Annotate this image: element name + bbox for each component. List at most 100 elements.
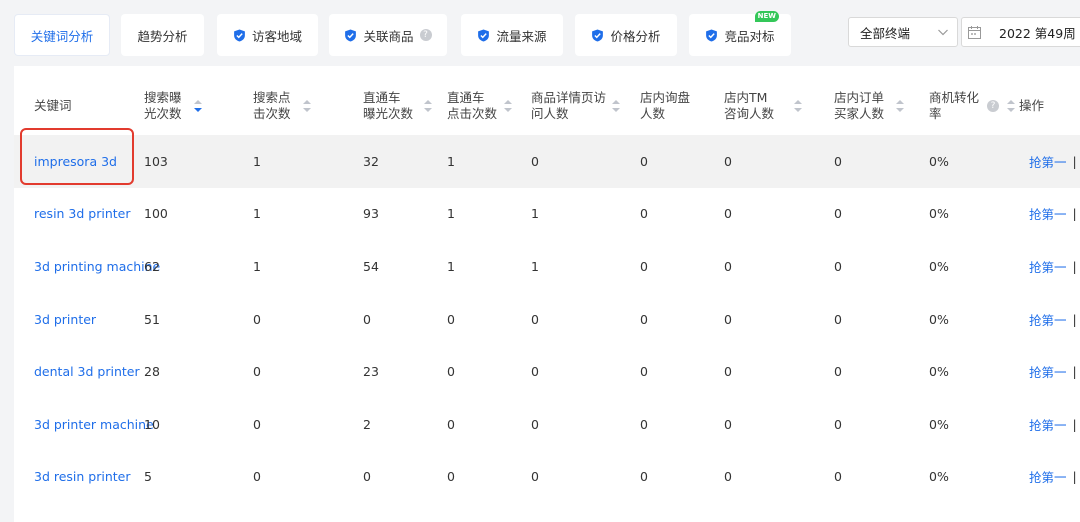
column-header-p4p-impressions[interactable]: 直通车 曝光次数 xyxy=(363,88,433,124)
cell-search-clicks: 0 xyxy=(253,416,261,432)
tab-keyword-analysis[interactable]: 关键词分析 xyxy=(14,14,110,56)
cell-search-clicks: 1 xyxy=(253,153,261,169)
cell-conversion-rate: 0% xyxy=(929,153,949,169)
cell-p4p-impressions: 93 xyxy=(363,206,379,222)
column-header-detail-visitors[interactable]: 商品详情页访 问人数 xyxy=(531,88,621,124)
tab-price-analysis[interactable]: 价格分析 xyxy=(575,14,677,56)
cell-conversion-rate: 0% xyxy=(929,416,949,432)
cell-tm-consult-users: 0 xyxy=(724,469,732,485)
column-header-order-buyers[interactable]: 店内订单 买家人数 xyxy=(834,88,905,124)
sort-desc-icon[interactable] xyxy=(193,100,202,112)
cell-inquiry-users: 0 xyxy=(640,153,648,169)
table-row: dental 3d printer 28 0 23 0 0 0 0 0 0% 抢第一 | xyxy=(14,345,1080,398)
tab-label: 流量来源 xyxy=(496,28,547,44)
cell-p4p-clicks: 0 xyxy=(447,364,455,380)
action-separator: | xyxy=(1072,311,1077,327)
column-header-inquiry-users[interactable]: 店内询盘 人数 xyxy=(640,88,690,124)
sort-icon[interactable] xyxy=(612,100,621,112)
cell-detail-visitors: 1 xyxy=(531,258,539,274)
column-header-conversion-rate[interactable]: 商机转化 率 ? 操作 xyxy=(929,88,1044,124)
date-picker-value: 2022 第49周 (PST xyxy=(999,25,1080,41)
action-separator: | xyxy=(1072,364,1077,380)
table-row: 3d resin printer 5 0 0 0 0 0 0 0 0% 抢第一 | xyxy=(14,451,1080,504)
column-header-p4p-clicks[interactable]: 直通车 点击次数 xyxy=(447,88,513,124)
tab-visitor-region[interactable]: 访客地域 xyxy=(217,14,318,56)
cell-order-buyers: 0 xyxy=(834,469,842,485)
help-icon[interactable]: ? xyxy=(419,29,432,41)
week-date-picker[interactable]: 2022 第49周 (PST xyxy=(961,17,1080,47)
cell-p4p-clicks: 1 xyxy=(447,153,455,169)
cell-detail-visitors: 1 xyxy=(531,206,539,222)
cell-search-clicks: 1 xyxy=(253,206,261,222)
cell-keyword[interactable]: impresora 3d xyxy=(34,135,117,188)
sort-icon[interactable] xyxy=(302,100,311,112)
tab-bar: 关键词分析 趋势分析 访客地域 关联商品 ? 流量来源 价格分析 竞品对标 NE… xyxy=(0,0,1080,66)
tab-competitor-benchmark[interactable]: 竞品对标 NEW xyxy=(689,11,791,56)
cell-inquiry-users: 0 xyxy=(640,416,648,432)
action-separator: | xyxy=(1072,206,1077,222)
cell-inquiry-users: 0 xyxy=(640,258,648,274)
column-header-tm-consult-users[interactable]: 店内TM 咨询人数 xyxy=(724,88,803,124)
cell-conversion-rate: 0% xyxy=(929,364,949,380)
tab-traffic-source[interactable]: 流量来源 xyxy=(461,14,563,56)
cell-inquiry-users: 0 xyxy=(640,311,648,327)
cell-search-impressions: 10 xyxy=(144,416,160,432)
grab-first-link[interactable]: 抢第一 | xyxy=(1029,345,1077,398)
cell-keyword[interactable]: 3d printing machine xyxy=(34,240,160,293)
cell-p4p-impressions: 32 xyxy=(363,153,379,169)
grab-first-label: 抢第一 xyxy=(1029,470,1067,486)
help-icon[interactable]: ? xyxy=(987,100,1000,112)
sort-icon[interactable] xyxy=(424,100,433,112)
verified-check-icon xyxy=(478,28,490,42)
tab-related-products[interactable]: 关联商品 ? xyxy=(329,14,447,56)
cell-keyword[interactable]: 3d printer xyxy=(34,293,96,346)
grab-first-link[interactable]: 抢第一 | xyxy=(1029,188,1077,241)
cell-order-buyers: 0 xyxy=(834,311,842,327)
grab-first-link[interactable]: 抢第一 | xyxy=(1029,451,1077,504)
sort-icon[interactable] xyxy=(1007,100,1016,112)
cell-p4p-impressions: 0 xyxy=(363,469,371,485)
cell-keyword[interactable]: 3d printer machine xyxy=(34,398,154,451)
sort-icon[interactable] xyxy=(504,100,513,112)
cell-p4p-clicks: 0 xyxy=(447,469,455,485)
grab-first-link[interactable]: 抢第一 | xyxy=(1029,240,1077,293)
cell-search-impressions: 103 xyxy=(144,153,168,169)
cell-keyword[interactable]: dental 3d printer xyxy=(34,345,140,398)
column-header-search-impressions[interactable]: 搜索曝 光次数 xyxy=(144,88,202,124)
cell-order-buyers: 0 xyxy=(834,258,842,274)
cell-search-impressions: 51 xyxy=(144,311,160,327)
cell-search-impressions: 28 xyxy=(144,364,160,380)
grab-first-label: 抢第一 xyxy=(1029,154,1067,170)
grab-first-link[interactable]: 抢第一 | xyxy=(1029,293,1077,346)
table-row: 3d printer machine 10 0 2 0 0 0 0 0 0% 抢第一 | xyxy=(14,398,1080,451)
cell-keyword[interactable]: resin 3d printer xyxy=(34,188,131,241)
new-badge: NEW xyxy=(754,11,779,22)
cell-keyword[interactable]: 3d resin printer xyxy=(34,451,131,504)
cell-p4p-clicks: 0 xyxy=(447,311,455,327)
cell-tm-consult-users: 0 xyxy=(724,311,732,327)
cell-inquiry-users: 0 xyxy=(640,364,648,380)
column-header-action: 操作 xyxy=(1019,98,1045,113)
column-header-search-clicks[interactable]: 搜索点 击次数 xyxy=(253,88,311,124)
terminal-select-value: 全部终端 xyxy=(860,25,911,41)
cell-p4p-clicks: 0 xyxy=(447,416,455,432)
sort-icon[interactable] xyxy=(896,100,905,112)
table-row: 3d printing machine 62 1 54 1 1 0 0 0 0% 抢第一 | xyxy=(14,240,1080,293)
cell-conversion-rate: 0% xyxy=(929,311,949,327)
cell-tm-consult-users: 0 xyxy=(724,364,732,380)
cell-order-buyers: 0 xyxy=(834,416,842,432)
cell-p4p-impressions: 0 xyxy=(363,311,371,327)
cell-search-impressions: 5 xyxy=(144,469,152,485)
grab-first-link[interactable]: 抢第一 | xyxy=(1029,398,1077,451)
sort-icon[interactable] xyxy=(794,100,803,112)
tab-label: 趋势分析 xyxy=(137,28,188,44)
grab-first-link[interactable]: 抢第一 | xyxy=(1029,135,1077,188)
tab-label: 竞品对标 xyxy=(724,28,775,44)
cell-order-buyers: 0 xyxy=(834,153,842,169)
cell-order-buyers: 0 xyxy=(834,206,842,222)
verified-check-icon xyxy=(706,28,718,42)
terminal-select[interactable]: 全部终端 xyxy=(848,17,958,47)
grab-first-label: 抢第一 xyxy=(1029,417,1067,433)
tab-trend-analysis[interactable]: 趋势分析 xyxy=(121,14,204,56)
verified-check-icon xyxy=(345,28,357,42)
